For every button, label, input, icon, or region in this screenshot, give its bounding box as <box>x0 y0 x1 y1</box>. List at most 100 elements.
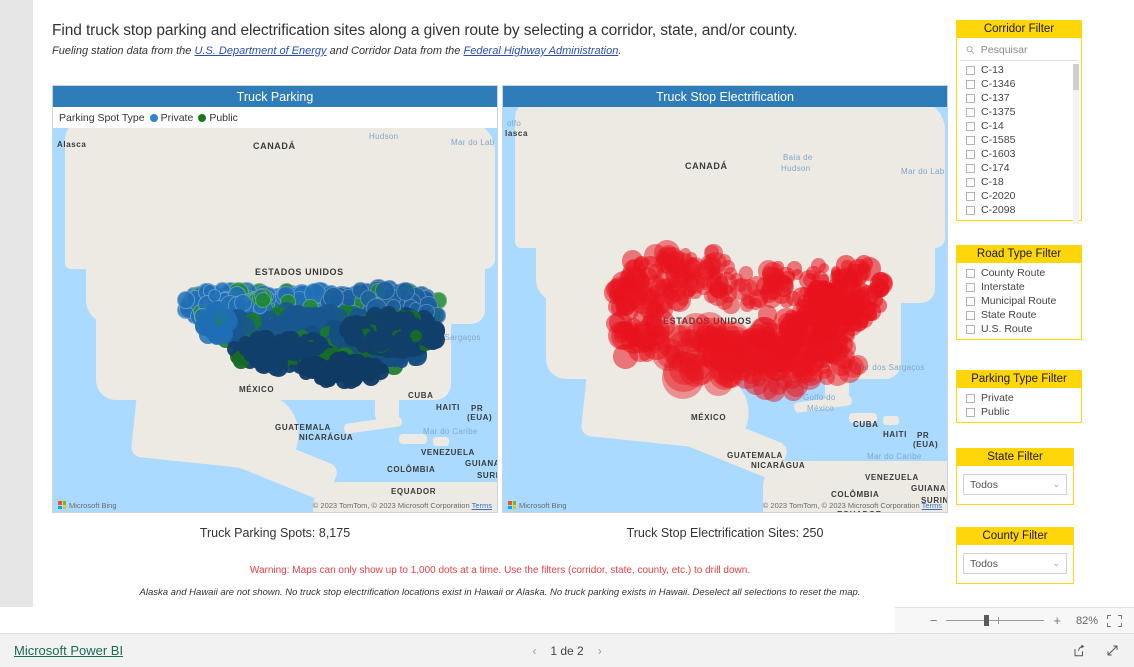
county-filter-dropdown[interactable]: Todos ⌄ <box>963 553 1067 574</box>
corridor-scroll-thumb[interactable] <box>1073 64 1079 90</box>
truck-parking-dot[interactable] <box>344 324 364 343</box>
electrification-site-dot[interactable] <box>801 295 817 311</box>
state-filter-slicer[interactable]: State Filter Todos ⌄ <box>956 448 1074 505</box>
corridor-checkbox-list[interactable]: C-13 C-1346 C-137 C-1375 C-14 C-1585 C-1603 C-1… <box>957 63 1081 224</box>
power-bi-brand-link[interactable]: Microsoft Power BI <box>14 643 123 658</box>
checkbox-icon[interactable] <box>966 79 975 89</box>
electrification-map-surface[interactable]: Microsoft Bing © 2023 TomTom, © 2023 Mic… <box>503 107 947 512</box>
electrification-site-dot[interactable] <box>742 296 756 310</box>
county-filter-slicer[interactable]: County Filter Todos ⌄ <box>956 527 1074 584</box>
corridor-filter-slicer[interactable]: Corridor Filter C-13C-1346C-137C-1375C-1… <box>956 20 1082 224</box>
zoom-control-bar[interactable]: − + 82% <box>895 607 1134 633</box>
next-page-button[interactable]: › <box>598 644 602 658</box>
zoom-in-button[interactable]: + <box>1053 613 1061 628</box>
state-filter-dropdown[interactable]: Todos ⌄ <box>963 474 1067 495</box>
corridor-filter-body[interactable]: C-13 C-1346 C-137 C-1375 C-14 C-1585 C-1603 C-1… <box>956 38 1082 224</box>
checkbox-icon[interactable] <box>966 121 975 131</box>
road-type-filter-item[interactable]: State Route <box>957 308 1081 322</box>
electrification-site-dot[interactable] <box>746 275 767 296</box>
checkbox-icon[interactable] <box>966 93 975 103</box>
zoom-slider-track[interactable] <box>946 615 1045 626</box>
electrification-site-dot[interactable] <box>848 273 860 285</box>
fhwa-link[interactable]: Federal Highway Administration <box>463 45 618 57</box>
checkbox-icon[interactable] <box>966 393 975 403</box>
truck-parking-map-surface[interactable]: Microsoft Bing © 2023 TomTom, © 2023 Mic… <box>53 128 497 512</box>
truck-parking-dot[interactable] <box>321 370 334 383</box>
truck-parking-dot[interactable] <box>375 362 387 375</box>
corridor-filter-item[interactable]: C-1375 <box>957 105 1081 119</box>
parking-type-filter-item[interactable]: Public <box>957 405 1081 419</box>
electrification-site-dot[interactable] <box>704 251 727 275</box>
corridor-filter-item[interactable]: C-13 <box>957 63 1081 77</box>
electrification-site-dot[interactable] <box>782 368 803 389</box>
checkbox-icon[interactable] <box>966 324 975 334</box>
truck-parking-dot[interactable] <box>371 333 390 352</box>
electrification-site-dot[interactable] <box>830 268 843 280</box>
checkbox-icon[interactable] <box>966 310 975 320</box>
county-filter-body[interactable]: Todos ⌄ <box>956 545 1074 584</box>
checkbox-icon[interactable] <box>966 163 975 173</box>
electrification-site-dot[interactable] <box>789 324 812 347</box>
truck-parking-dot[interactable] <box>268 361 283 376</box>
truck-parking-dot[interactable] <box>260 310 278 328</box>
electrification-site-dot[interactable] <box>818 368 835 385</box>
road-type-filter-item[interactable]: County Route <box>957 266 1081 280</box>
road-type-filter-body[interactable]: County Route Interstate Municipal Route Sta… <box>956 263 1082 340</box>
electrification-site-dot[interactable] <box>614 330 627 343</box>
legend-item-private[interactable]: Private <box>149 112 193 124</box>
zoom-out-button[interactable]: − <box>930 613 938 628</box>
electrification-site-dot[interactable] <box>771 283 792 304</box>
electrification-site-dot[interactable] <box>665 253 682 270</box>
road-type-filter-slicer[interactable]: Road Type Filter County Route Interstate M… <box>956 245 1082 340</box>
checkbox-icon[interactable] <box>966 407 975 417</box>
corridor-filter-item[interactable]: C-18 <box>957 175 1081 189</box>
checkbox-icon[interactable] <box>966 135 975 145</box>
checkbox-icon[interactable] <box>966 205 975 215</box>
doe-link[interactable]: U.S. Department of Energy <box>194 45 326 57</box>
electrification-site-dot[interactable] <box>862 302 881 321</box>
checkbox-icon[interactable] <box>966 191 975 201</box>
truck-stop-electrification-map-card[interactable]: Truck Stop Electrification Microsoft Bin… <box>502 85 948 513</box>
legend-item-public[interactable]: Public <box>198 112 238 124</box>
zoom-slider-thumb[interactable] <box>984 615 990 626</box>
corridor-search-input[interactable] <box>978 43 1073 57</box>
truck-parking-dot[interactable] <box>425 327 441 342</box>
electrification-site-dot[interactable] <box>647 263 664 280</box>
road-type-filter-item[interactable]: Municipal Route <box>957 294 1081 308</box>
parking-type-filter-slicer[interactable]: Parking Type Filter Private Public <box>956 370 1082 423</box>
corridor-filter-item[interactable]: C-1346 <box>957 77 1081 91</box>
state-filter-body[interactable]: Todos ⌄ <box>956 466 1074 505</box>
parking-type-filter-item[interactable]: Private <box>957 391 1081 405</box>
truck-parking-dot[interactable] <box>253 343 267 358</box>
corridor-filter-item[interactable]: C-2020 <box>957 189 1081 203</box>
checkbox-icon[interactable] <box>966 107 975 117</box>
road-type-filter-item[interactable]: Interstate <box>957 280 1081 294</box>
corridor-search-row[interactable] <box>960 41 1078 61</box>
truck-parking-dot[interactable] <box>177 291 195 309</box>
corridor-filter-item[interactable]: C-137 <box>957 91 1081 105</box>
checkbox-icon[interactable] <box>966 268 975 278</box>
truck-parking-dot[interactable] <box>216 308 232 324</box>
corridor-filter-item[interactable]: C-14 <box>957 119 1081 133</box>
truck-parking-dot[interactable] <box>349 353 366 371</box>
checkbox-icon[interactable] <box>966 296 975 306</box>
road-type-filter-item[interactable]: U.S. Route <box>957 322 1081 336</box>
checkbox-icon[interactable] <box>966 177 975 187</box>
electrification-site-dot[interactable] <box>817 283 832 298</box>
previous-page-button[interactable]: ‹ <box>532 644 536 658</box>
electrification-site-dot[interactable] <box>746 347 772 373</box>
terms-link[interactable]: Terms <box>472 501 492 510</box>
corridor-items-scroll[interactable]: C-13 C-1346 C-137 C-1375 C-14 C-1585 C-1603 C-1… <box>957 63 1081 217</box>
checkbox-icon[interactable] <box>966 149 975 159</box>
truck-parking-dot[interactable] <box>298 361 313 377</box>
checkbox-icon[interactable] <box>966 65 975 75</box>
checkbox-icon[interactable] <box>966 282 975 292</box>
truck-parking-dot[interactable] <box>399 334 412 347</box>
truck-parking-dot[interactable] <box>213 324 234 344</box>
truck-parking-dot[interactable] <box>199 315 215 330</box>
corridor-filter-item[interactable]: C-1585 <box>957 133 1081 147</box>
fullscreen-icon[interactable] <box>1105 643 1120 658</box>
corridor-filter-item[interactable]: C-1603 <box>957 147 1081 161</box>
parking-type-filter-body[interactable]: Private Public <box>956 388 1082 423</box>
corridor-filter-item[interactable]: C-174 <box>957 161 1081 175</box>
